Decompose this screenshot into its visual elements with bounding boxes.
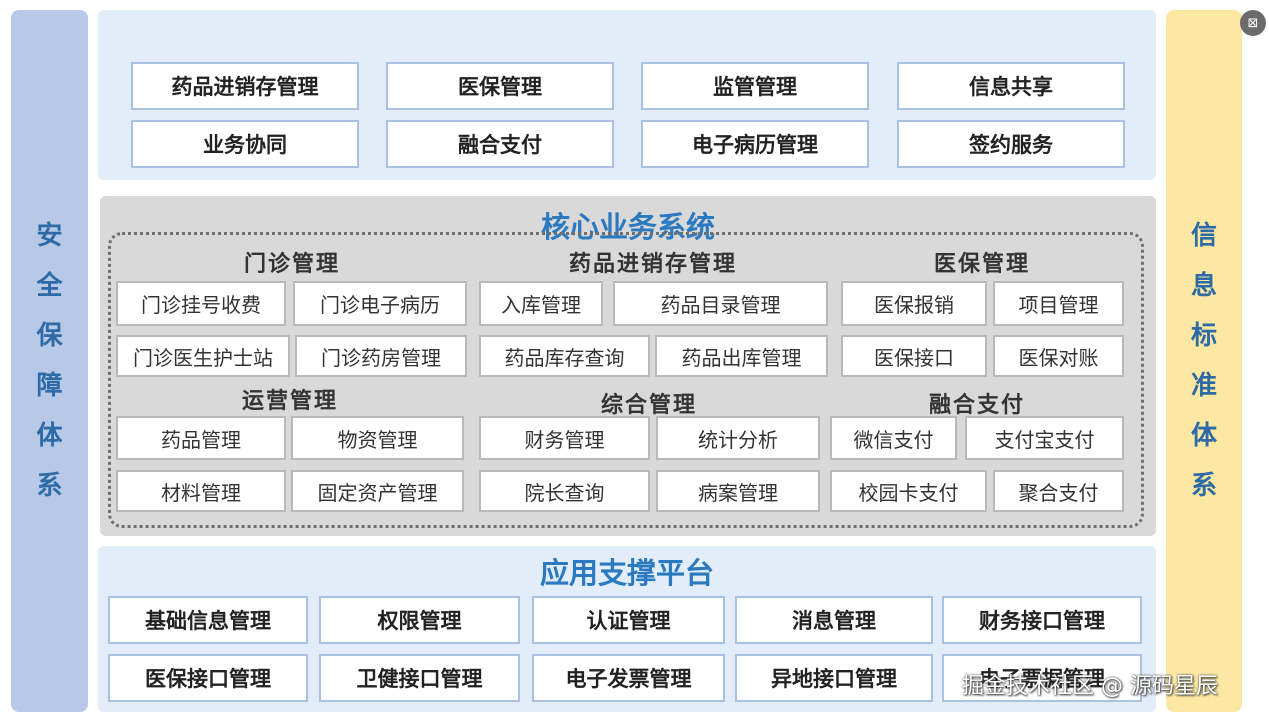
platform-title: 应用支撑平台 <box>539 556 714 590</box>
core-business-panel: 核心业务系统 门诊管理 药品进销存管理 医保管理 运营管理 综合管理 融合支付 … <box>100 196 1156 536</box>
watermark-text: 掘金技术社区 @ 源码星辰 <box>962 674 1218 699</box>
top-module-box: 监管管理 <box>641 62 869 110</box>
core-item-box: 材料管理 <box>116 470 286 512</box>
right-char: 准 <box>1190 371 1217 401</box>
right-char: 体 <box>1190 421 1217 451</box>
image-zoom-icon[interactable]: ⊠ <box>1240 10 1266 36</box>
left-char: 保 <box>36 321 63 351</box>
group-title: 运营管理 <box>241 389 338 414</box>
platform-item-box: 认证管理 <box>532 596 725 644</box>
core-item-box: 聚合支付 <box>993 470 1124 512</box>
group-title: 药品进销存管理 <box>568 252 737 277</box>
top-module-box: 药品进销存管理 <box>131 62 359 110</box>
platform-item-box: 电子发票管理 <box>532 654 725 702</box>
core-item-box: 项目管理 <box>993 281 1124 326</box>
left-char: 安 <box>36 221 63 251</box>
core-item-box: 病案管理 <box>656 470 820 512</box>
core-item-box: 药品出库管理 <box>655 335 828 377</box>
core-item-box: 门诊药房管理 <box>295 335 467 377</box>
core-item-box: 支付宝支付 <box>965 416 1124 460</box>
core-item-box: 医保对账 <box>993 335 1124 377</box>
platform-item-box: 消息管理 <box>735 596 933 644</box>
group-title: 门诊管理 <box>243 252 340 277</box>
platform-item-box: 权限管理 <box>319 596 520 644</box>
top-module-box: 融合支付 <box>386 120 614 168</box>
security-system-sidebar: 安 全 保 障 体 系 <box>11 10 88 712</box>
core-item-box: 统计分析 <box>656 416 820 460</box>
left-char: 体 <box>36 421 63 451</box>
left-char: 全 <box>36 271 63 301</box>
core-item-box: 药品管理 <box>116 416 286 460</box>
core-item-box: 门诊医生护士站 <box>116 335 290 377</box>
core-item-box: 物资管理 <box>291 416 464 460</box>
platform-item-box: 异地接口管理 <box>735 654 933 702</box>
right-char: 标 <box>1190 321 1217 351</box>
platform-item-box: 卫健接口管理 <box>319 654 520 702</box>
left-char: 障 <box>36 371 63 401</box>
security-system-label: 安 全 保 障 体 系 <box>36 211 62 511</box>
core-item-box: 固定资产管理 <box>291 470 464 512</box>
group-title: 综合管理 <box>600 393 697 418</box>
core-item-box: 门诊电子病历 <box>293 281 467 326</box>
core-item-box: 医保报销 <box>841 281 987 326</box>
platform-item-box: 财务接口管理 <box>942 596 1142 644</box>
top-modules-panel: 药品进销存管理 医保管理 监管管理 信息共享 业务协同 融合支付 电子病历管理 … <box>98 10 1156 180</box>
top-module-box: 医保管理 <box>386 62 614 110</box>
left-char: 系 <box>36 471 63 501</box>
top-module-box: 信息共享 <box>897 62 1125 110</box>
right-char: 息 <box>1190 271 1217 301</box>
group-title: 融合支付 <box>928 393 1025 418</box>
core-item-box: 入库管理 <box>479 281 603 326</box>
core-item-box: 校园卡支付 <box>830 470 987 512</box>
group-title: 医保管理 <box>933 252 1030 277</box>
core-item-box: 门诊挂号收费 <box>116 281 286 326</box>
platform-item-box: 基础信息管理 <box>108 596 308 644</box>
platform-item-box: 医保接口管理 <box>108 654 308 702</box>
core-item-box: 院长查询 <box>479 470 650 512</box>
top-module-box: 签约服务 <box>897 120 1125 168</box>
top-module-box: 电子病历管理 <box>641 120 869 168</box>
core-item-box: 微信支付 <box>830 416 957 460</box>
standards-system-label: 信 息 标 准 体 系 <box>1191 211 1217 511</box>
core-item-box: 药品目录管理 <box>613 281 828 326</box>
right-char: 信 <box>1190 221 1217 251</box>
core-item-box: 财务管理 <box>479 416 650 460</box>
core-item-box: 药品库存查询 <box>479 335 650 377</box>
standards-system-sidebar: 信 息 标 准 体 系 <box>1166 10 1242 712</box>
top-module-box: 业务协同 <box>131 120 359 168</box>
right-char: 系 <box>1190 471 1217 501</box>
core-item-box: 医保接口 <box>841 335 987 377</box>
